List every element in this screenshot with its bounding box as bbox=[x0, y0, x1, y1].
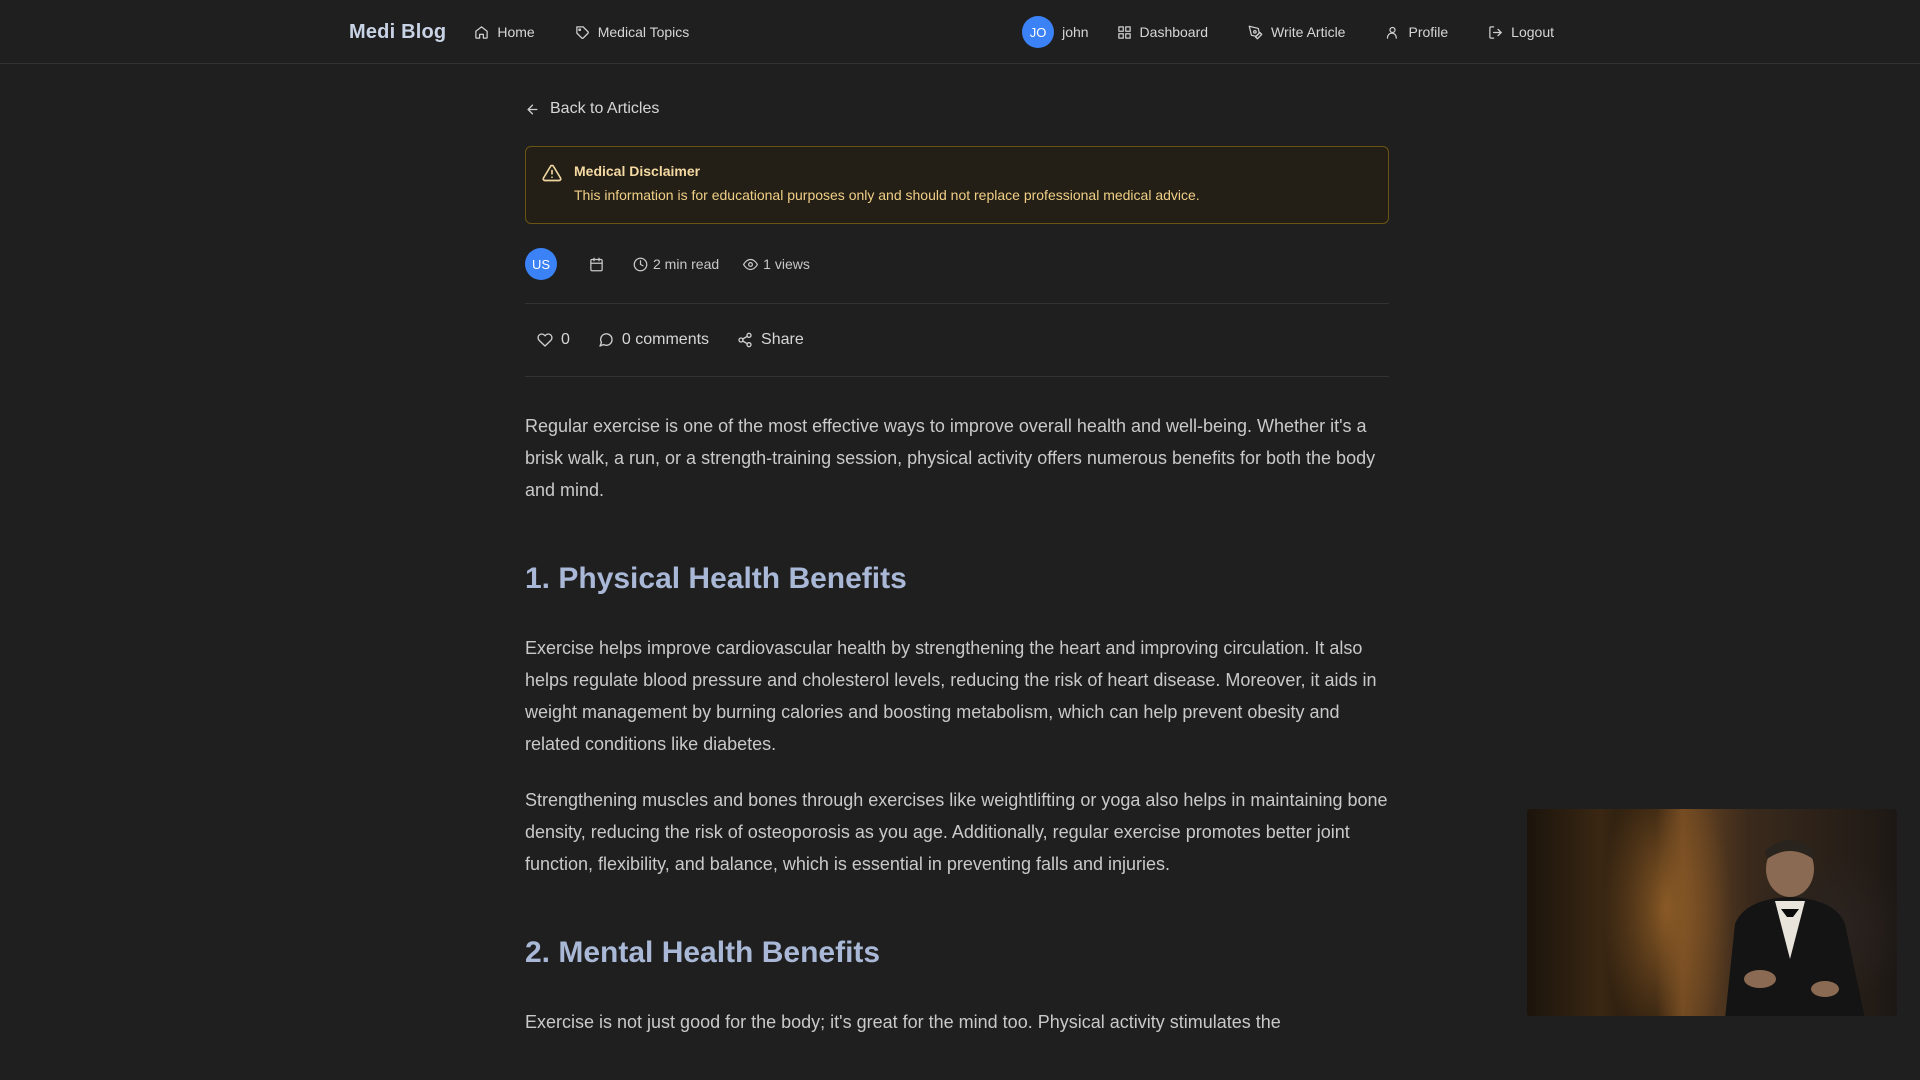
heart-icon bbox=[537, 333, 553, 347]
home-icon bbox=[475, 25, 489, 39]
article-paragraph: Strengthening muscles and bones through … bbox=[525, 790, 1388, 874]
top-navbar: Medi Blog Home Medical Topics JO john Da… bbox=[0, 0, 1920, 64]
clock-icon bbox=[633, 257, 648, 271]
user-name: john bbox=[1062, 24, 1089, 40]
user-avatar: JO bbox=[1022, 16, 1055, 48]
video-person-image bbox=[1725, 840, 1865, 1016]
share-icon bbox=[738, 332, 752, 348]
nav-home-link[interactable]: Home bbox=[474, 24, 535, 40]
disclaimer-text: This information is for educational purp… bbox=[574, 187, 1200, 203]
nav-logout-link[interactable]: Logout bbox=[1488, 24, 1554, 40]
calendar-icon bbox=[590, 257, 603, 271]
disclaimer-title: Medical Disclaimer bbox=[574, 163, 701, 179]
article-meta: US 2 min read 1 views bbox=[525, 248, 1389, 280]
warning-triangle-icon bbox=[542, 164, 562, 182]
nav-write-article-label: Write Article bbox=[1271, 24, 1346, 40]
brand-logo[interactable]: Medi Blog bbox=[349, 21, 446, 44]
eye-icon bbox=[743, 258, 759, 270]
publish-date bbox=[589, 257, 609, 272]
share-label: Share bbox=[761, 331, 804, 348]
user-icon bbox=[1387, 26, 1398, 39]
actions-divider bbox=[525, 376, 1389, 377]
nav-write-article-link[interactable]: Write Article bbox=[1248, 24, 1345, 40]
article-paragraph: Exercise is not just good for the body; … bbox=[525, 1012, 1281, 1032]
nav-profile-link[interactable]: Profile bbox=[1385, 24, 1448, 40]
like-button[interactable]: 0 bbox=[537, 331, 570, 349]
like-count: 0 bbox=[561, 331, 570, 348]
article-body: Regular exercise is one of the most effe… bbox=[525, 410, 1389, 1038]
medical-disclaimer-banner: Medical Disclaimer This information is f… bbox=[525, 146, 1389, 224]
video-thumbnail[interactable] bbox=[1527, 809, 1897, 1016]
nav-medical-topics-label: Medical Topics bbox=[597, 24, 690, 40]
arrow-left-icon bbox=[527, 104, 538, 114]
comments-button[interactable]: 0 comments bbox=[598, 331, 709, 349]
section-heading-mental: 2. Mental Health Benefits bbox=[525, 936, 881, 969]
share-button[interactable]: Share bbox=[737, 331, 804, 349]
view-count-label: 1 views bbox=[763, 256, 810, 272]
nav-dashboard-label: Dashboard bbox=[1139, 24, 1209, 40]
article-container: Back to Articles Medical Disclaimer This… bbox=[525, 64, 1389, 1038]
comments-label: 0 comments bbox=[621, 331, 710, 348]
nav-home-label: Home bbox=[497, 24, 535, 40]
nav-dashboard-link[interactable]: Dashboard bbox=[1117, 24, 1209, 40]
back-to-articles-link[interactable]: Back to Articles bbox=[525, 100, 1389, 118]
pen-icon bbox=[1248, 25, 1263, 39]
author-avatar[interactable]: US bbox=[525, 248, 557, 280]
article-intro: Regular exercise is one of the most effe… bbox=[525, 416, 1376, 500]
article-actions: 0 0 comments Share bbox=[525, 304, 1389, 376]
user-menu[interactable]: JO john bbox=[1022, 16, 1089, 48]
nav-profile-label: Profile bbox=[1408, 24, 1449, 40]
back-to-articles-label: Back to Articles bbox=[550, 100, 660, 117]
grid-icon bbox=[1117, 25, 1131, 39]
read-time-label: 2 min read bbox=[653, 256, 720, 272]
tag-icon bbox=[575, 25, 589, 39]
comment-icon bbox=[599, 333, 613, 347]
article-paragraph: Exercise helps improve cardiovascular he… bbox=[525, 638, 1377, 754]
view-count: 1 views bbox=[743, 256, 810, 272]
read-time: 2 min read bbox=[633, 256, 719, 272]
nav-medical-topics-link[interactable]: Medical Topics bbox=[575, 24, 690, 40]
section-heading-physical: 1. Physical Health Benefits bbox=[525, 562, 907, 595]
nav-logout-label: Logout bbox=[1511, 24, 1554, 40]
logout-icon bbox=[1489, 25, 1502, 39]
